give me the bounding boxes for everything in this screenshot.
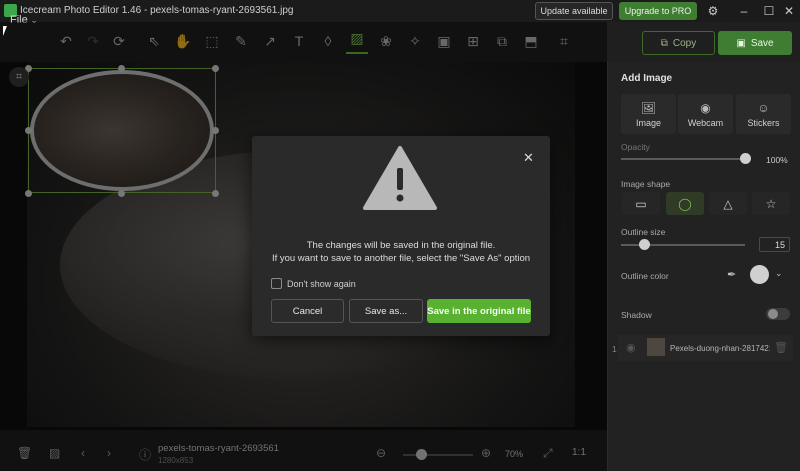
mouse-cursor-icon (3, 26, 7, 36)
dialog-message-line-1: The changes will be saved in the origina… (306, 240, 496, 251)
layer-index: 1 (612, 344, 617, 354)
outline-size-input[interactable]: 15 (759, 237, 790, 252)
dialog-message-line-2: If you want to save to another file, sel… (271, 253, 531, 264)
shadow-label: Shadow (621, 310, 652, 320)
save-label: Save (750, 37, 774, 49)
copy-icon: ⧉ (660, 37, 668, 49)
shape-rectangle-option[interactable]: ▭ (622, 192, 660, 215)
copy-label: Copy (672, 37, 697, 49)
close-icon[interactable]: ✕ (523, 150, 534, 166)
outline-size-slider-knob[interactable] (639, 239, 650, 250)
add-webcam-label: Webcam (687, 117, 724, 128)
save-disk-icon: ▣ (736, 37, 746, 49)
shape-circle-option[interactable]: ◯ (666, 192, 704, 215)
warning-icon (363, 146, 437, 210)
visibility-eye-icon[interactable]: ◉ (626, 341, 636, 354)
circle-icon: ◯ (678, 196, 692, 211)
eyedropper-icon[interactable]: ✒ (727, 268, 736, 281)
shape-triangle-option[interactable]: △ (709, 192, 747, 215)
image-shape-label: Image shape (621, 179, 671, 189)
sticker-icon: ☺ (757, 100, 770, 115)
window-title: Icecream Photo Editor 1.46 - pexels-toma… (20, 5, 294, 16)
copy-button[interactable]: ⧉ Copy (642, 31, 715, 55)
opacity-value: 100% (766, 155, 788, 165)
add-webcam-option[interactable]: ◉ Webcam (678, 94, 733, 134)
save-in-original-button[interactable]: Save in the original file (427, 299, 531, 323)
layer-thumbnail (647, 338, 665, 356)
add-image-label: Image (635, 117, 661, 128)
minimize-icon[interactable]: – (734, 2, 754, 20)
dont-show-again-label[interactable]: Don't show again (287, 279, 356, 289)
opacity-label: Opacity (621, 142, 650, 152)
save-as-button[interactable]: Save as... (349, 299, 423, 323)
shape-star-option[interactable]: ☆ (752, 192, 790, 215)
cancel-button[interactable]: Cancel (271, 299, 344, 323)
rectangle-icon: ▭ (635, 196, 647, 211)
chevron-down-icon[interactable]: ⌄ (775, 268, 783, 279)
add-stickers-option[interactable]: ☺ Stickers (736, 94, 791, 134)
add-stickers-label: Stickers (747, 117, 780, 128)
webcam-icon: ◉ (700, 100, 711, 115)
shadow-toggle-knob (768, 309, 778, 319)
add-image-option[interactable]: 🖼 Image (621, 94, 676, 134)
triangle-icon: △ (723, 196, 733, 211)
opacity-slider-track[interactable] (621, 158, 745, 160)
outline-color-swatch[interactable] (750, 265, 769, 284)
layer-name: Pexels-duong-nhan-2817421.j (670, 344, 770, 353)
dont-show-again-checkbox[interactable] (271, 278, 282, 289)
close-window-icon[interactable]: ✕ (779, 2, 799, 20)
outline-color-label: Outline color (621, 271, 669, 281)
settings-gear-icon[interactable]: ⚙ (703, 2, 723, 20)
app-window: Icecream Photo Editor 1.46 - pexels-toma… (0, 0, 800, 471)
opacity-slider-knob[interactable] (740, 153, 751, 164)
panel-title: Add Image (621, 73, 673, 84)
save-button[interactable]: ▣ Save (718, 31, 792, 55)
update-available-button[interactable]: Update available (535, 2, 613, 20)
upgrade-to-pro-button[interactable]: Upgrade to PRO (619, 2, 697, 20)
image-icon: 🖼 (640, 100, 657, 115)
star-icon: ☆ (765, 196, 777, 211)
maximize-icon[interactable]: ☐ (759, 2, 779, 20)
delete-layer-icon[interactable]: 🗑 (774, 341, 788, 354)
outline-size-label: Outline size (621, 227, 666, 237)
